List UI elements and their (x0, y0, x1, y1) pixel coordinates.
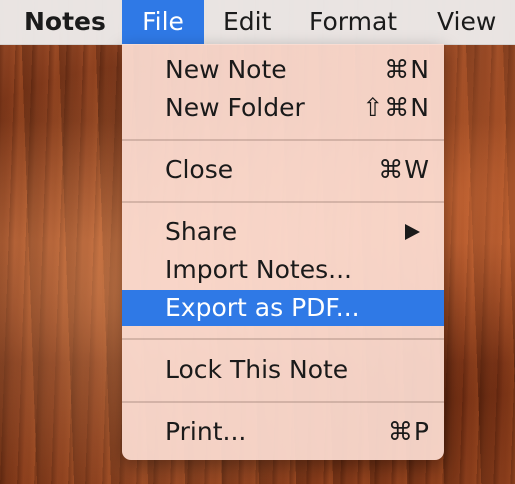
menu-item-close[interactable]: Close ⌘W (122, 152, 444, 188)
menu-item-share[interactable]: Share (122, 214, 444, 250)
shortcut-label: ⇧⌘N (362, 93, 430, 122)
menubar-file[interactable]: File (122, 0, 204, 44)
menu-item-export-as-pdf[interactable]: Export as PDF... (122, 290, 444, 326)
menu-item-label: Close (165, 155, 234, 184)
menubar-view[interactable]: View (418, 0, 515, 44)
shortcut-label: ⌘P (387, 417, 430, 446)
menu-item-label: New Note (165, 55, 287, 84)
menubar-edit[interactable]: Edit (204, 0, 290, 44)
shortcut-label: ⌘N (384, 55, 430, 84)
menu-item-lock-this-note[interactable]: Lock This Note (122, 352, 444, 388)
menu-item-label: Lock This Note (165, 355, 349, 384)
menu-separator (122, 401, 444, 403)
submenu-arrow-icon (405, 224, 420, 240)
menu-item-print[interactable]: Print... ⌘P (122, 414, 444, 450)
menu-item-label: New Folder (165, 93, 305, 122)
menu-bar: Notes File Edit Format View (0, 0, 515, 45)
menu-item-new-note[interactable]: New Note ⌘N (122, 52, 444, 88)
menubar-app-notes[interactable]: Notes (5, 0, 125, 44)
menu-separator (122, 338, 444, 340)
menu-item-new-folder[interactable]: New Folder ⇧⌘N (122, 90, 444, 126)
menu-item-label: Share (165, 217, 238, 246)
menu-item-label: Import Notes... (165, 255, 352, 284)
menubar-format[interactable]: Format (290, 0, 416, 44)
menu-item-label: Export as PDF... (165, 293, 360, 322)
menu-separator (122, 201, 444, 203)
file-menu-dropdown: New Note ⌘N New Folder ⇧⌘N Close ⌘W Shar… (122, 44, 444, 460)
menu-item-label: Print... (165, 417, 247, 446)
shortcut-label: ⌘W (378, 155, 430, 184)
menu-separator (122, 139, 444, 141)
menu-item-import-notes[interactable]: Import Notes... (122, 252, 444, 288)
